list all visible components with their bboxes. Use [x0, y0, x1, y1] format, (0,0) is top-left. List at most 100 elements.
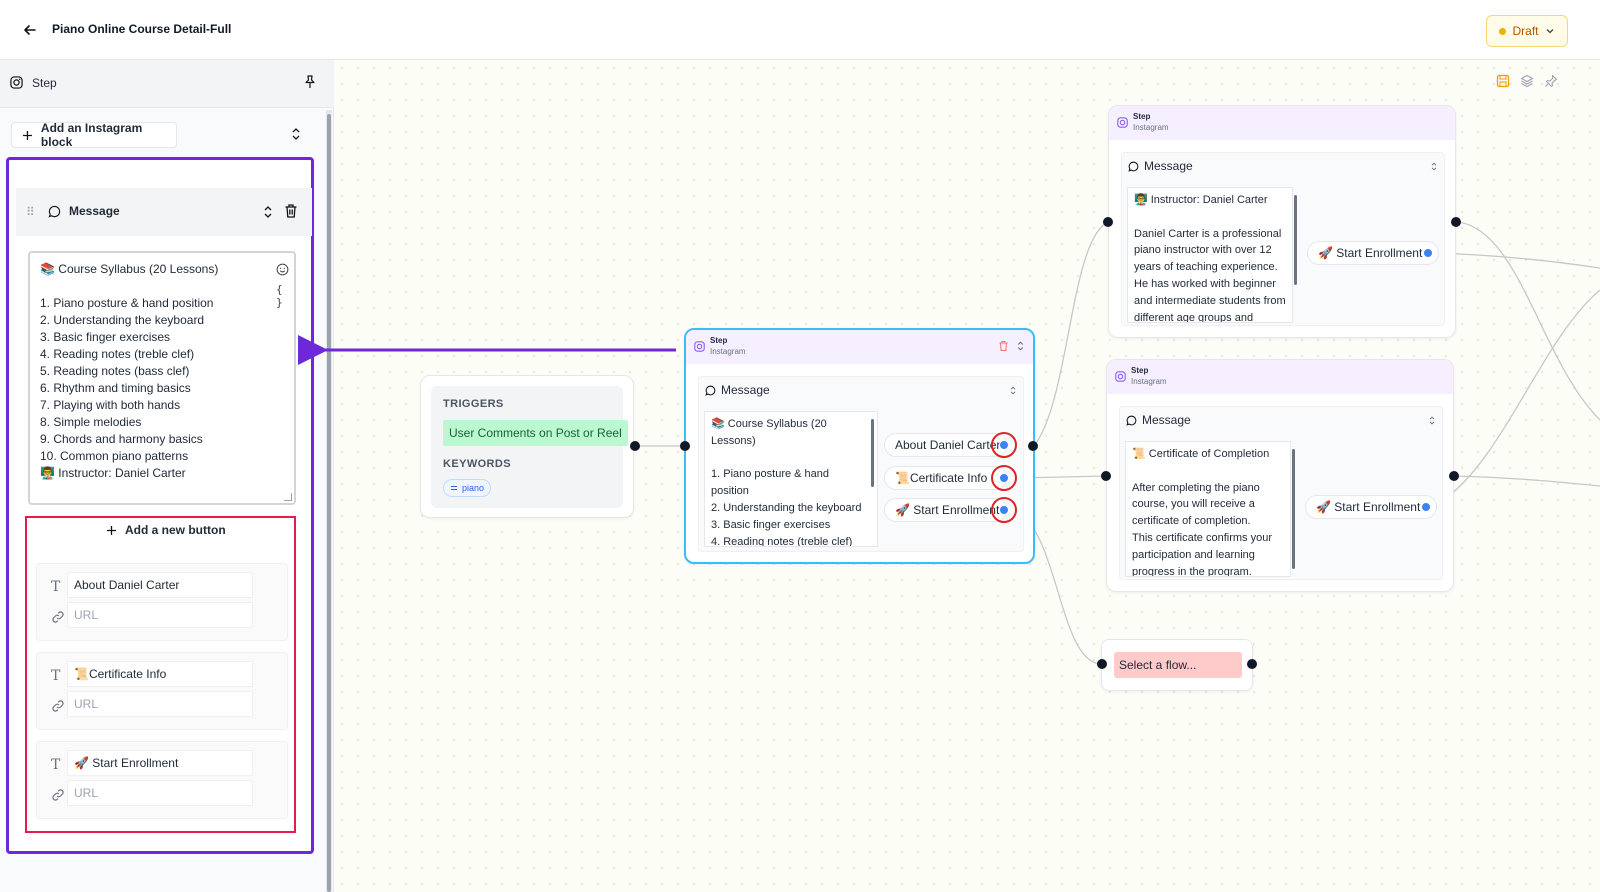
pin-icon[interactable] — [1544, 74, 1558, 91]
variables-icon[interactable]: { } — [276, 283, 294, 309]
button-url-input[interactable]: URL — [67, 602, 253, 628]
status-dropdown[interactable]: Draft — [1486, 15, 1568, 47]
message-line: This certificate confirms your — [1132, 531, 1272, 544]
node-button-enrollment[interactable]: 🚀 Start Enrollment — [884, 498, 1008, 522]
message-line: 📚 Course Syllabus (20 — [711, 418, 827, 430]
chevron-up-down-icon[interactable] — [1016, 340, 1025, 352]
status-dot-icon — [1499, 27, 1507, 35]
node-input-handle[interactable] — [1101, 471, 1111, 481]
node-input-handle[interactable] — [1103, 217, 1113, 227]
button-label-input[interactable]: About Daniel Carter — [67, 572, 253, 598]
message-textarea[interactable]: 📚 Course Syllabus (20 Lessons) 1. Piano … — [28, 251, 296, 505]
add-new-button[interactable]: Add a new button — [106, 523, 226, 537]
message-line: 6. Rhythm and timing basics — [40, 381, 191, 395]
chevron-up-down-icon[interactable] — [290, 126, 302, 142]
button-label-input[interactable]: 📜Certificate Info — [67, 661, 253, 687]
message-line: 1. Piano posture & hand position — [40, 296, 214, 310]
page-title: Piano Online Course Detail-Full — [52, 22, 232, 36]
node-scrollbar[interactable] — [1294, 195, 1297, 285]
button-label-input[interactable]: 🚀 Start Enrollment — [67, 750, 253, 776]
step-node-certificate[interactable]: Step Instagram Message 📜 Certificate of … — [1106, 359, 1454, 592]
node-subtitle: Instagram — [710, 347, 746, 356]
message-line: progress in the program. — [1132, 565, 1252, 577]
link-icon — [52, 611, 64, 623]
keywords-heading: KEYWORDS — [443, 458, 511, 470]
emoji-icon[interactable] — [276, 263, 289, 276]
save-icon[interactable] — [1496, 74, 1510, 91]
message-line: 📚 Course Syllabus (20 Lessons) — [40, 262, 219, 276]
node-message-label: Message — [1142, 413, 1191, 427]
instagram-icon — [694, 341, 705, 352]
node-header: Step Instagram — [686, 330, 1033, 364]
highlight-ring — [991, 465, 1017, 491]
node-scrollbar[interactable] — [1292, 449, 1295, 569]
button-url-input[interactable]: URL — [67, 780, 253, 806]
sidebar-step-label: Step — [32, 76, 57, 90]
trash-icon[interactable] — [284, 203, 298, 219]
chevron-up-down-icon[interactable] — [262, 204, 274, 220]
button-handle-enrollment[interactable] — [1423, 248, 1433, 258]
chevron-up-down-icon[interactable] — [1430, 161, 1438, 172]
layers-icon[interactable] — [1520, 74, 1534, 91]
arrow-left-icon — [24, 25, 36, 35]
message-line — [40, 278, 284, 295]
message-bubble-icon — [705, 385, 716, 396]
node-message-label: Message — [721, 383, 770, 397]
node-button-certificate[interactable]: 📜Certificate Info — [884, 466, 1008, 490]
message-line: 10. Common piano patterns — [40, 449, 189, 463]
message-line: 8. Simple melodies — [40, 415, 142, 429]
message-line: certificate of completion. — [1132, 515, 1251, 528]
select-flow-node[interactable]: Select a flow... — [1101, 639, 1253, 691]
node-title: Step — [1133, 112, 1151, 121]
message-line: 👨‍🏫 Instructor: Daniel Carter — [1134, 194, 1268, 206]
message-line: 5. Reading notes (bass clef) — [40, 364, 190, 378]
pin-icon[interactable] — [302, 74, 318, 90]
node-output-handle[interactable] — [1449, 471, 1459, 481]
message-line: 📜 Certificate of Completion — [1132, 448, 1270, 460]
link-icon — [52, 789, 64, 801]
message-bubble-icon — [1126, 415, 1137, 426]
node-message-text: 👨‍🏫 Instructor: Daniel Carter Daniel Car… — [1127, 187, 1293, 323]
drag-handle-icon[interactable]: ⠿ — [26, 205, 35, 219]
node-button-enrollment[interactable]: 🚀 Start Enrollment — [1305, 495, 1437, 519]
step-node-instructor[interactable]: Step Instagram Message 👨‍🏫 Instructor: D… — [1108, 105, 1456, 338]
node-button-enrollment[interactable]: 🚀 Start Enrollment — [1307, 241, 1439, 265]
node-message-header: Message — [699, 377, 1023, 403]
node-output-handle[interactable] — [1247, 659, 1257, 669]
text-icon: T — [51, 579, 61, 595]
message-line: Lessons) — [711, 434, 756, 447]
chevron-down-icon — [1546, 29, 1553, 34]
node-output-handle[interactable] — [1451, 217, 1461, 227]
step-node-main[interactable]: Step Instagram Message 📚 Course Syllabus… — [684, 328, 1035, 564]
node-title: Step — [1131, 366, 1149, 375]
trigger-chip[interactable]: User Comments on Post or Reel — [443, 420, 628, 446]
node-input-handle[interactable] — [1097, 659, 1107, 669]
node-button-about[interactable]: About Daniel Carter — [884, 433, 1008, 457]
chevron-up-down-icon[interactable] — [1428, 415, 1436, 426]
message-line: 👨‍🏫 Instructor: Daniel Carter — [40, 466, 186, 480]
keyword-chip[interactable]: piano — [443, 479, 492, 497]
node-scrollbar[interactable] — [871, 419, 874, 487]
text-icon: T — [51, 757, 61, 773]
node-message-text: 📜 Certificate of Completion After comple… — [1125, 441, 1291, 577]
trigger-node[interactable]: TRIGGERS User Comments on Post or Reel K… — [420, 375, 634, 518]
keyword-label: piano — [462, 483, 485, 493]
message-line: 3. Basic finger exercises — [40, 330, 171, 344]
back-button[interactable] — [18, 18, 42, 42]
button-handle-enrollment[interactable] — [1421, 502, 1431, 512]
message-line: 3. Basic finger exercises — [711, 518, 831, 531]
node-input-handle[interactable] — [680, 441, 690, 451]
node-output-handle[interactable] — [1028, 441, 1038, 451]
resize-handle-icon[interactable] — [284, 493, 292, 501]
node-message-text: 📚 Course Syllabus (20 Lessons) 1. Piano p… — [704, 411, 878, 547]
chevron-up-down-icon[interactable] — [1009, 385, 1017, 396]
message-line: 9. Chords and harmony basics — [40, 432, 203, 446]
trigger-output-handle[interactable] — [630, 441, 640, 451]
trash-icon[interactable] — [998, 340, 1009, 352]
message-line: 1. Piano posture & hand — [711, 468, 830, 481]
sidebar-scroll-thumb[interactable] — [327, 114, 331, 892]
select-flow-dropdown[interactable]: Select a flow... — [1114, 652, 1242, 678]
node-message-header: Message — [1122, 153, 1444, 179]
add-instagram-block-button[interactable]: Add an Instagram block — [11, 121, 177, 149]
button-url-input[interactable]: URL — [67, 691, 253, 717]
